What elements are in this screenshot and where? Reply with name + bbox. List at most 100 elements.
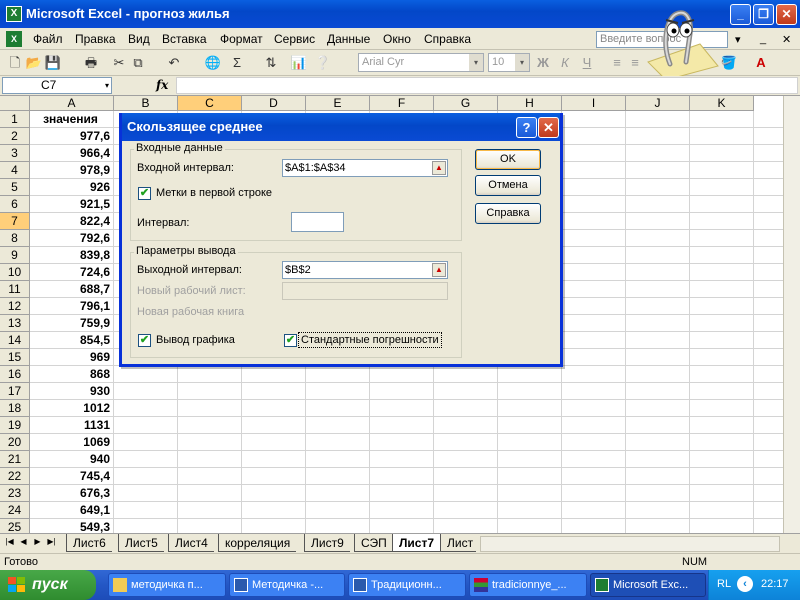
font-color-icon[interactable]: A <box>752 54 770 72</box>
help-icon[interactable]: ❔ <box>314 54 332 72</box>
sheet-tab-list6[interactable]: Лист6 <box>66 534 112 552</box>
column-header-i[interactable]: I <box>562 96 626 111</box>
row-header[interactable]: 10 <box>0 264 30 281</box>
column-header-c[interactable]: C <box>178 96 242 111</box>
row-header[interactable]: 20 <box>0 434 30 451</box>
tray-expand-icon[interactable]: ‹ <box>737 576 753 592</box>
sheet-tab-correlation[interactable]: корреляция <box>218 534 297 552</box>
vertical-scrollbar[interactable] <box>783 96 800 533</box>
menu-window[interactable]: Окно <box>383 32 411 46</box>
sheet-tab-list9[interactable]: Лист9 <box>304 534 350 552</box>
row-header[interactable]: 17 <box>0 383 30 400</box>
interval-field[interactable] <box>291 212 344 232</box>
save-icon[interactable]: 💾 <box>44 54 62 72</box>
row-header[interactable]: 12 <box>0 298 30 315</box>
bold-icon[interactable]: Ж <box>534 54 552 72</box>
cell-a[interactable]: 822,4 <box>31 213 113 230</box>
row-header[interactable]: 22 <box>0 468 30 485</box>
row-header[interactable]: 25 <box>0 519 30 533</box>
cell-a[interactable]: 676,3 <box>31 485 113 502</box>
row-header[interactable]: 23 <box>0 485 30 502</box>
cut-icon[interactable]: ✂ <box>110 54 128 72</box>
start-button[interactable]: пуск <box>0 570 96 600</box>
output-range-collapse-icon[interactable]: ▲ <box>432 263 446 277</box>
row-header[interactable]: 13 <box>0 315 30 332</box>
cell-a[interactable]: 792,6 <box>31 230 113 247</box>
task-archive[interactable]: tradicionnye_... <box>469 573 587 597</box>
language-indicator[interactable]: RL <box>717 578 731 590</box>
row-header[interactable]: 3 <box>0 145 30 162</box>
menu-data[interactable]: Данные <box>327 32 370 46</box>
workbook-minimize-button[interactable]: _ <box>760 33 766 45</box>
chart-wizard-icon[interactable]: 📊 <box>290 54 308 72</box>
row-header[interactable]: 1 <box>0 111 30 128</box>
sort-icon[interactable]: ⇅ <box>262 54 280 72</box>
input-range-collapse-icon[interactable]: ▲ <box>432 161 446 175</box>
cell-a[interactable]: 854,5 <box>31 332 113 349</box>
autosum-icon[interactable]: Σ <box>228 54 246 72</box>
fill-color-icon[interactable]: 🪣 <box>720 54 738 72</box>
column-a-header-cell[interactable]: значения <box>31 111 113 128</box>
insert-function-icon[interactable]: fx <box>156 78 168 92</box>
next-sheet-icon[interactable]: ▶ <box>32 537 43 546</box>
horizontal-scrollbar[interactable] <box>480 536 780 552</box>
font-name-dropdown-icon[interactable]: ▾ <box>469 54 483 71</box>
cell-a[interactable]: 1069 <box>31 434 113 451</box>
task-word-2[interactable]: Традиционн... <box>348 573 466 597</box>
std-errors-checkbox[interactable]: ✔ <box>284 334 297 347</box>
cell-a[interactable]: 649,1 <box>31 502 113 519</box>
workbook-icon[interactable]: X <box>6 31 22 47</box>
cancel-button[interactable]: Отмена <box>475 175 541 196</box>
close-button[interactable]: ✕ <box>776 4 797 25</box>
row-header[interactable]: 24 <box>0 502 30 519</box>
font-name-select[interactable]: Arial Cyr ▾ <box>358 53 484 72</box>
undo-icon[interactable]: ↶ <box>165 54 183 72</box>
cell-a[interactable]: 1131 <box>31 417 113 434</box>
formula-input[interactable] <box>176 77 798 94</box>
row-header[interactable]: 9 <box>0 247 30 264</box>
task-word-1[interactable]: Методичка -... <box>229 573 345 597</box>
name-box[interactable]: C7 ▾ <box>2 77 112 94</box>
cell-a[interactable]: 868 <box>31 366 113 383</box>
dialog-help-button[interactable]: ? <box>516 117 537 138</box>
last-sheet-icon[interactable]: ▶| <box>46 537 57 546</box>
column-header-h[interactable]: H <box>498 96 562 111</box>
row-header[interactable]: 5 <box>0 179 30 196</box>
ok-button[interactable]: OK <box>475 149 541 170</box>
column-header-d[interactable]: D <box>242 96 306 111</box>
row-header[interactable]: 15 <box>0 349 30 366</box>
row-header[interactable]: 7 <box>0 213 30 230</box>
select-all-corner[interactable] <box>0 96 30 111</box>
office-assistant-paperclip[interactable] <box>640 4 720 80</box>
menu-tools[interactable]: Сервис <box>274 32 315 46</box>
task-folder[interactable]: методичка п... <box>108 573 226 597</box>
underline-icon[interactable]: Ч <box>578 54 596 72</box>
row-header[interactable]: 18 <box>0 400 30 417</box>
column-header-a[interactable]: A <box>30 96 114 111</box>
sheet-tab-list4[interactable]: Лист4 <box>168 534 214 552</box>
name-box-dropdown-icon[interactable]: ▾ <box>105 78 109 93</box>
cell-a[interactable]: 930 <box>31 383 113 400</box>
cell-a[interactable]: 688,7 <box>31 281 113 298</box>
menu-view[interactable]: Вид <box>128 32 150 46</box>
row-header[interactable]: 6 <box>0 196 30 213</box>
cell-a[interactable]: 724,6 <box>31 264 113 281</box>
first-sheet-icon[interactable]: |◀ <box>4 537 15 546</box>
column-header-k[interactable]: K <box>690 96 754 111</box>
chart-output-checkbox[interactable]: ✔ <box>138 334 151 347</box>
cell-a[interactable]: 977,6 <box>31 128 113 145</box>
menu-insert[interactable]: Вставка <box>162 32 207 46</box>
cell-a[interactable]: 966,4 <box>31 145 113 162</box>
open-folder-icon[interactable]: 📂 <box>25 54 43 72</box>
column-header-g[interactable]: G <box>434 96 498 111</box>
cell-a[interactable]: 940 <box>31 451 113 468</box>
cell-a[interactable]: 969 <box>31 349 113 366</box>
help-button[interactable]: Справка <box>475 203 541 224</box>
row-header[interactable]: 19 <box>0 417 30 434</box>
output-range-field[interactable]: $B$2 ▲ <box>282 261 448 279</box>
prev-sheet-icon[interactable]: ◀ <box>18 537 29 546</box>
cell-a[interactable]: 759,9 <box>31 315 113 332</box>
sheet-tab-sep[interactable]: СЭП <box>354 534 393 552</box>
cell-a[interactable]: 745,4 <box>31 468 113 485</box>
menu-file[interactable]: Файл <box>33 32 63 46</box>
